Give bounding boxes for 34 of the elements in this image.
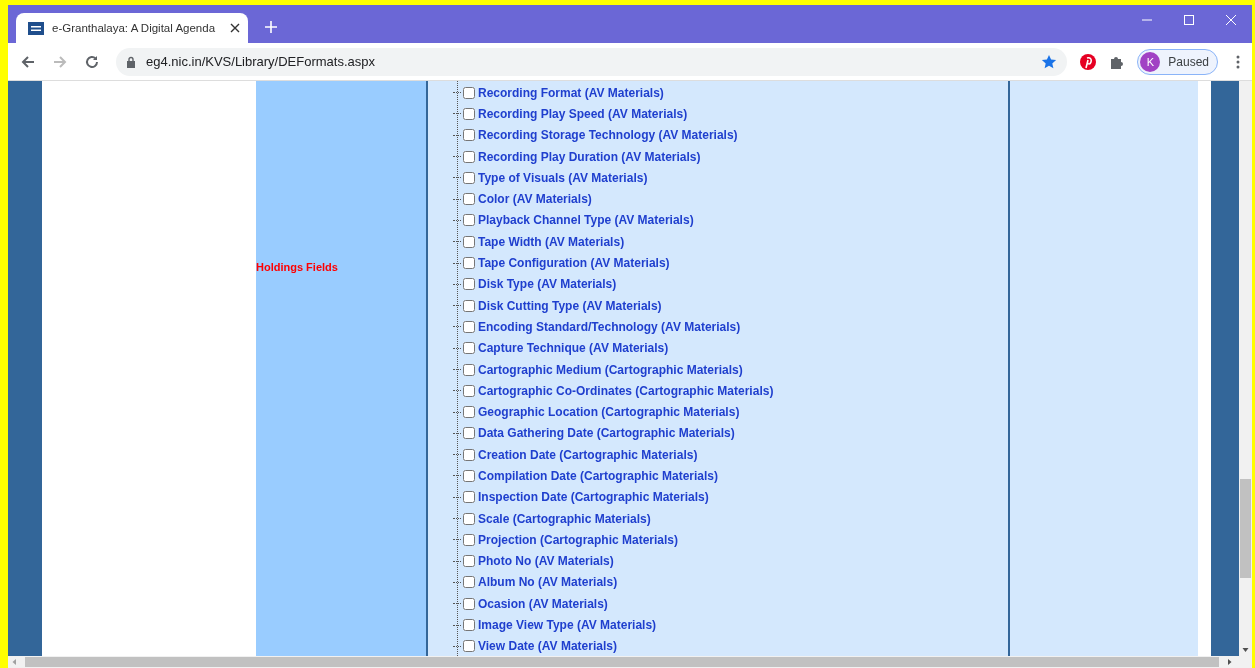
field-option-label[interactable]: Encoding Standard/Technology (AV Materials) xyxy=(478,319,741,334)
field-option-label[interactable]: Tape Width (AV Materials) xyxy=(478,234,625,249)
field-option-label[interactable]: View Date (AV Materials) xyxy=(478,639,617,654)
field-option-label[interactable]: Type of Visuals (AV Materials) xyxy=(478,170,648,185)
browser-tab[interactable]: e-Granthalaya: A Digital Agenda xyxy=(16,13,248,43)
tab-title: e-Granthalaya: A Digital Agenda xyxy=(52,22,217,34)
field-option-label[interactable]: Data Gathering Date (Cartographic Materials) xyxy=(478,426,735,441)
field-option-label[interactable]: Cartographic Co-Ordinates (Cartographic Materials) xyxy=(478,383,774,398)
field-option-label[interactable]: Geographic Location (Cartographic Materials) xyxy=(478,405,740,420)
field-option-label[interactable]: Recording Format (AV Materials) xyxy=(478,85,664,100)
field-option-label[interactable]: Inspection Date (Cartographic Materials) xyxy=(478,490,709,505)
field-option-label[interactable]: Compilation Date (Cartographic Materials) xyxy=(478,469,719,483)
field-option-label[interactable]: Color (AV Materials) xyxy=(478,192,592,207)
field-option-label[interactable]: Creation Date (Cartographic Materials) xyxy=(478,447,698,462)
profile-button[interactable]: K Paused xyxy=(1137,48,1218,75)
address-bar[interactable]: eg4.nic.in/KVS/Library/DEFormats.aspx xyxy=(116,47,1068,76)
url-text: eg4.nic.in/KVS/Library/DEFormats.aspx xyxy=(146,54,377,69)
field-option-label[interactable]: Disk Cutting Type (AV Materials) xyxy=(478,298,662,313)
field-option-label[interactable]: Recording Play Speed (AV Materials) xyxy=(478,106,688,121)
field-option-label[interactable]: Scale (Cartographic Materials) xyxy=(478,511,651,526)
field-option-label[interactable]: Capture Technique (AV Materials) xyxy=(478,341,669,356)
field-option-label[interactable]: Recording Storage Technology (AV Materials) xyxy=(478,128,738,143)
section-label: Holdings Fields xyxy=(256,261,338,273)
field-option-label[interactable]: Photo No (AV Materials) xyxy=(478,554,614,569)
field-option-label[interactable]: Cartographic Medium (Cartographic Materials) xyxy=(478,362,743,377)
field-option-label[interactable]: Ocasion (AV Materials) xyxy=(478,596,608,611)
field-option-label[interactable]: Image View Type (AV Materials) xyxy=(478,618,657,633)
field-option-label[interactable]: Album No (AV Materials) xyxy=(478,575,618,590)
field-option-label[interactable]: Recording Play Duration (AV Materials) xyxy=(478,149,701,164)
field-option-label[interactable]: Disk Type (AV Materials) xyxy=(478,277,617,292)
avatar: K xyxy=(1140,51,1161,72)
field-option-label[interactable]: Projection (Cartographic Materials) xyxy=(478,532,679,547)
field-option-label[interactable]: Playback Channel Type (AV Materials) xyxy=(478,213,694,228)
field-option-label[interactable]: Tape Configuration (AV Materials) xyxy=(478,256,670,270)
